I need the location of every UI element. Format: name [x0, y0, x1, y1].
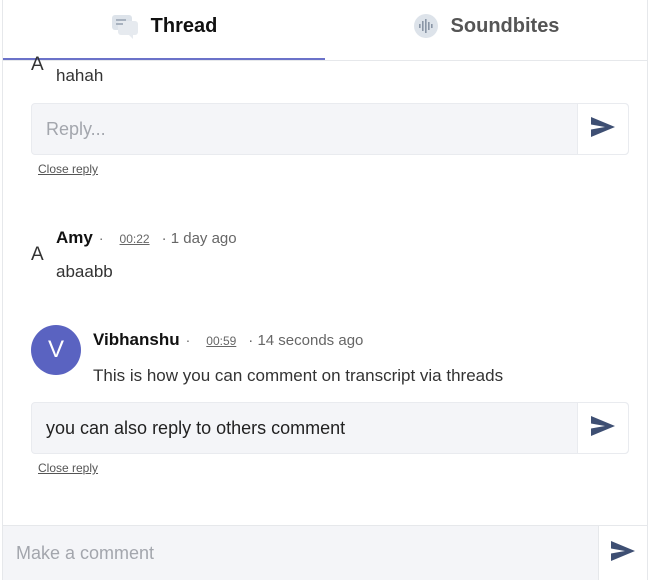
send-reply-button[interactable] — [577, 403, 628, 453]
send-reply-button[interactable] — [577, 104, 628, 154]
tab-soundbites[interactable]: Soundbites — [325, 0, 647, 52]
comment-author: Vibhanshu — [93, 330, 180, 349]
send-comment-button[interactable] — [598, 526, 647, 580]
send-icon — [611, 540, 635, 566]
comment-input[interactable] — [3, 526, 598, 580]
comment-age: · 14 seconds ago — [248, 332, 364, 349]
separator: · — [98, 230, 104, 246]
tab-thread-label: Thread — [150, 14, 218, 37]
comment-age: · 1 day ago — [161, 230, 237, 247]
comment-timestamp[interactable]: 00:59 — [206, 334, 236, 348]
separator: · — [185, 332, 191, 348]
avatar: V — [31, 325, 81, 375]
comment-text: This is how you can comment on transcrip… — [93, 366, 504, 385]
reply-input[interactable] — [32, 104, 577, 154]
active-tab-indicator — [3, 58, 325, 60]
comment-text: hahah — [56, 66, 104, 85]
tab-bar: Thread Soundbites — [3, 0, 647, 61]
comment-meta: Vibhanshu · 00:59 · 14 seconds ago — [93, 330, 363, 350]
comment-text: abaabb — [56, 262, 113, 281]
soundwave-icon — [413, 13, 439, 39]
avatar: A — [31, 54, 44, 75]
chat-bubbles-icon — [111, 13, 139, 39]
comment-meta: Amy · 00:22 · 1 day ago — [56, 228, 237, 248]
tab-soundbites-label: Soundbites — [450, 14, 560, 37]
send-icon — [591, 116, 615, 142]
send-icon — [591, 415, 615, 441]
thread-panel: Thread Soundbites A hahah Reply... Close… — [2, 0, 648, 580]
reply-box — [31, 103, 629, 155]
close-reply-link[interactable]: Close reply — [38, 461, 98, 475]
close-reply-link[interactable]: Close reply — [38, 162, 98, 176]
comment-timestamp[interactable]: 00:22 — [120, 232, 150, 246]
reply-input[interactable] — [32, 403, 577, 453]
avatar: A — [31, 244, 44, 265]
comment-composer — [3, 525, 647, 580]
reply-box — [31, 402, 629, 454]
comment-author: Amy — [56, 228, 93, 247]
tab-thread[interactable]: Thread — [3, 0, 325, 60]
